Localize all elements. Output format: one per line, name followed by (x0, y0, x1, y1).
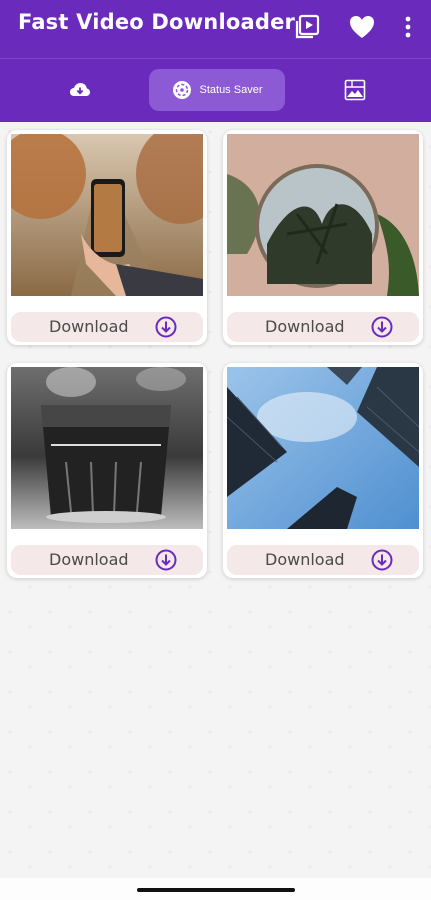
status-grid: Download Download Download Download (0, 122, 431, 878)
heart-icon[interactable] (347, 12, 377, 42)
more-vert-icon[interactable] (396, 12, 420, 42)
app-bar: Fast Video Downloader (0, 0, 431, 58)
download-label: Download (49, 550, 129, 569)
status-thumbnail-glass[interactable] (11, 367, 203, 529)
tab-download[interactable] (40, 69, 120, 111)
download-label: Download (265, 550, 345, 569)
home-indicator[interactable] (137, 888, 295, 892)
status-card: Download (223, 130, 423, 345)
gallery-icon (344, 79, 366, 101)
cloud-download-icon (70, 83, 90, 96)
download-button[interactable]: Download (227, 312, 419, 342)
download-button[interactable]: Download (11, 312, 203, 342)
download-button[interactable]: Download (227, 545, 419, 575)
download-label: Download (49, 317, 129, 336)
tab-bar: Status Saver (0, 58, 431, 123)
download-circle-icon (155, 316, 177, 338)
tab-status-saver[interactable]: Status Saver (149, 69, 285, 111)
download-button[interactable]: Download (11, 545, 203, 575)
app-title: Fast Video Downloader (18, 10, 296, 34)
status-thumbnail-palm-mirror[interactable] (227, 134, 419, 296)
status-thumbnail-autumn-path[interactable] (11, 134, 203, 296)
download-circle-icon (371, 549, 393, 571)
tab-status-saver-label: Status Saver (199, 84, 263, 96)
status-thumbnail-skyscrapers[interactable] (227, 367, 419, 529)
download-label: Download (265, 317, 345, 336)
status-card: Download (223, 363, 423, 578)
status-saver-icon (172, 81, 191, 99)
download-circle-icon (371, 316, 393, 338)
status-card: Download (7, 130, 207, 345)
status-card: Download (7, 363, 207, 578)
playlist-icon[interactable] (294, 12, 324, 42)
download-circle-icon (155, 549, 177, 571)
system-nav-bar (0, 878, 431, 900)
tab-gallery[interactable] (315, 69, 395, 111)
